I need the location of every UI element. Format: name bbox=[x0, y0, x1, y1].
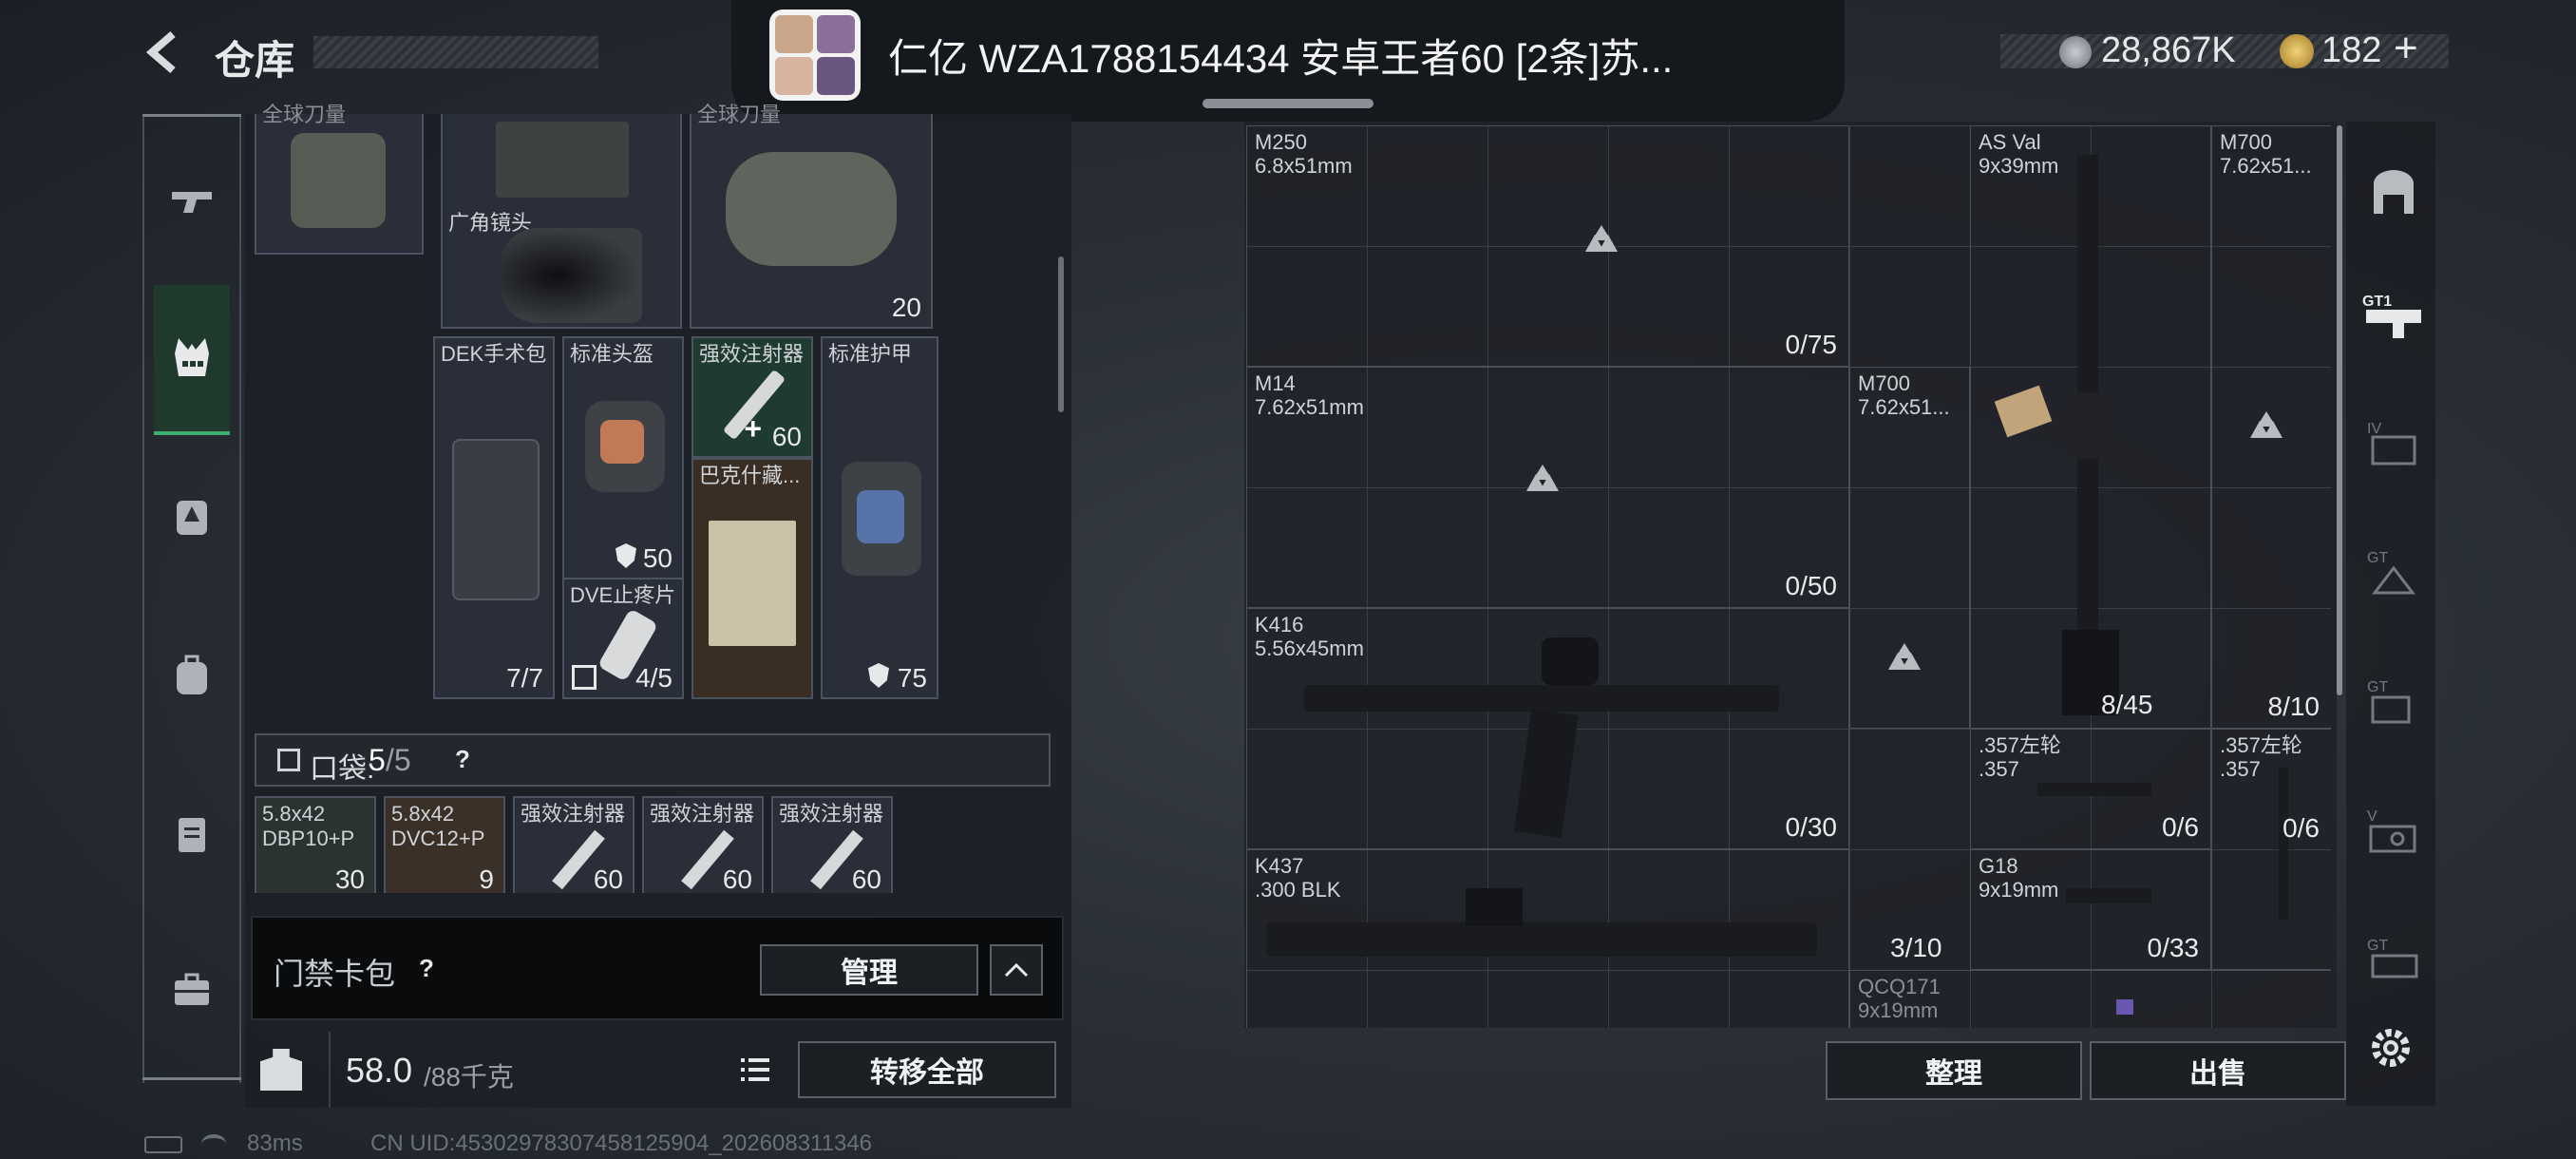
rarity-icon bbox=[2250, 411, 2282, 438]
nav-weapon-icon[interactable] bbox=[152, 162, 232, 241]
list-view-button[interactable] bbox=[733, 1049, 777, 1091]
item-chest-rig[interactable]: 全球刀量 bbox=[255, 103, 424, 255]
weapon-slot-m700[interactable]: M700 7.62x51... bbox=[1849, 367, 1970, 729]
back-button[interactable] bbox=[141, 28, 188, 76]
notification-banner[interactable]: 仁亿 WZA1788154434 安卓王者60 [2条]苏... bbox=[731, 0, 1845, 122]
nav-iv-icon[interactable]: IV bbox=[2352, 403, 2435, 483]
item-dek-surgery-kit[interactable]: DEK手术包 7/7 bbox=[433, 336, 555, 699]
weapon-grid: M250 6.8x51mm 0/75 AS Val 9x39mm M700 7.… bbox=[1246, 125, 2331, 1028]
rarity-icon bbox=[1888, 643, 1921, 670]
weapon-slot-357-revolver-2[interactable]: .357左轮 .357 0/6 bbox=[2211, 729, 2331, 970]
pocket-slot[interactable]: 强效注射器 60 bbox=[771, 796, 893, 893]
manage-button[interactable]: 管理 bbox=[760, 944, 978, 996]
weight-max: /88千克 bbox=[424, 1062, 514, 1092]
nav-gt-misc-icon[interactable]: GT bbox=[2352, 920, 2435, 999]
item-bakesh-map[interactable]: 巴克什藏... bbox=[691, 458, 813, 699]
pocket-used: 5 bbox=[369, 743, 386, 777]
item-strong-injector[interactable]: 强效注射器 60 + bbox=[691, 336, 813, 458]
svg-text:GT: GT bbox=[2367, 938, 2388, 954]
keycard-help-button[interactable]: ? bbox=[407, 948, 446, 988]
nav-briefcase-icon[interactable] bbox=[152, 950, 232, 1030]
weapon-slot-m250[interactable]: M250 6.8x51mm 0/75 bbox=[1246, 125, 1849, 367]
item-wide-lens[interactable]: 广角镜头 bbox=[441, 114, 682, 329]
nav-backpack-icon[interactable] bbox=[152, 635, 232, 714]
currency-coins: 28,867K bbox=[2101, 30, 2236, 70]
collapse-button[interactable] bbox=[990, 944, 1043, 996]
plus-icon: + bbox=[744, 411, 762, 446]
weight-value: 58.0 bbox=[346, 1051, 413, 1090]
pocket-header: 口袋: 5 /5 ? bbox=[255, 733, 1051, 787]
pocket-total: /5 bbox=[386, 743, 411, 777]
currency-premium: 182 bbox=[2321, 30, 2382, 70]
pocket-help-button[interactable]: ? bbox=[443, 739, 483, 779]
transfer-all-button[interactable]: 转移全部 bbox=[798, 1041, 1056, 1098]
pocket-label: 口袋: bbox=[310, 753, 375, 785]
chevron-left-icon bbox=[145, 30, 176, 74]
vest-icon bbox=[175, 338, 209, 376]
svg-text:GT1: GT1 bbox=[2362, 294, 2392, 310]
item-dve-painkiller[interactable]: DVE止疼片 4/5 bbox=[562, 578, 684, 699]
left-nav bbox=[142, 114, 241, 1083]
nav-gt-armor-icon[interactable]: GT bbox=[2352, 532, 2435, 612]
rarity-icon bbox=[1585, 225, 1618, 252]
sort-button[interactable]: 整理 bbox=[1826, 1041, 2082, 1100]
list-icon bbox=[741, 1058, 769, 1081]
keycard-bar: 门禁卡包 ? 管理 bbox=[251, 916, 1064, 1020]
weapon-slot-357-revolver[interactable]: .357左轮 .357 0/6 bbox=[1970, 729, 2211, 849]
item-duffel-bag[interactable]: 全球刀量 20 bbox=[690, 103, 933, 329]
banner-text: 仁亿 WZA1788154434 安卓王者60 [2条]苏... bbox=[888, 36, 1674, 81]
weapon-slot-qcq171[interactable]: QCQ171 9x19mm bbox=[1849, 970, 2331, 1028]
title-stripe bbox=[313, 36, 598, 68]
svg-text:GT: GT bbox=[2367, 679, 2388, 695]
chevron-up-icon bbox=[1004, 962, 1029, 978]
weight-icon bbox=[260, 1049, 302, 1091]
help-icon: ? bbox=[419, 953, 434, 982]
nav-gt1-weapon-icon-active[interactable]: GT1 bbox=[2352, 276, 2435, 355]
coin-icon bbox=[2059, 36, 2092, 68]
sell-button[interactable]: 出售 bbox=[2090, 1041, 2346, 1100]
weapon-slot-m14[interactable]: M14 7.62x51mm 0/50 bbox=[1246, 367, 1849, 608]
settings-button[interactable] bbox=[2365, 1022, 2416, 1074]
gear-icon bbox=[2372, 1029, 2410, 1067]
item-standard-helmet[interactable]: 标准头盔 50 bbox=[562, 336, 684, 580]
durability-icon bbox=[616, 543, 636, 568]
nav-gear-tab-active[interactable] bbox=[154, 285, 230, 435]
premium-currency-icon bbox=[2280, 34, 2314, 68]
pocket-row: 5.8x42 DBP10+P 30 5.8x42 DVC12+P 9 强效注射器 60… bbox=[255, 796, 1051, 893]
weapon-slot-k437[interactable]: K437 .300 BLK bbox=[1246, 849, 1849, 1028]
banner-handle[interactable] bbox=[1203, 99, 1373, 108]
svg-text:GT: GT bbox=[2367, 550, 2388, 566]
weapon-slot-m700-right[interactable]: M700 7.62x51... 8/10 bbox=[2211, 125, 2331, 729]
weapon-scrollbar[interactable] bbox=[2337, 125, 2342, 695]
nav-storage-icon[interactable] bbox=[2352, 152, 2435, 232]
no-use-icon bbox=[572, 665, 597, 690]
weapon-slot-g18[interactable]: G18 9x19mm 0/33 bbox=[1970, 849, 2211, 970]
keycard-label: 门禁卡包 bbox=[274, 957, 396, 991]
nav-gt-tool-icon[interactable]: GT bbox=[2352, 661, 2435, 741]
weapon-slot-as-val[interactable]: AS Val 9x39mm bbox=[1970, 125, 2211, 729]
nav-backpack-warning-icon[interactable] bbox=[152, 475, 232, 555]
pocket-slot[interactable]: 强效注射器 60 bbox=[642, 796, 764, 893]
pocket-slot[interactable]: 强效注射器 60 bbox=[513, 796, 635, 893]
weapon-slot-k416[interactable]: K416 5.56x45mm 0/30 bbox=[1246, 608, 1849, 849]
nav-case-icon[interactable] bbox=[152, 792, 232, 872]
svg-text:IV: IV bbox=[2367, 421, 2381, 437]
inventory-scrollbar[interactable] bbox=[1058, 256, 1064, 412]
pocket-slot[interactable]: 5.8x42 DBP10+P 30 bbox=[255, 796, 376, 893]
rarity-icon bbox=[1526, 465, 1559, 491]
pocket-slot[interactable]: 5.8x42 DVC12+P 9 bbox=[384, 796, 505, 893]
durability-icon bbox=[868, 663, 889, 688]
page-title: 仓库 bbox=[215, 38, 295, 83]
banner-avatar bbox=[769, 10, 861, 101]
ping-text: 83ms bbox=[247, 1130, 303, 1156]
battery-icon bbox=[144, 1136, 182, 1153]
nav-v-icon[interactable]: V bbox=[2352, 790, 2435, 870]
add-currency-button[interactable]: + bbox=[2394, 25, 2418, 72]
wifi-icon bbox=[201, 1134, 226, 1153]
weight-bar: 58.0 /88千克 转移全部 bbox=[251, 1032, 1071, 1108]
item-standard-armor[interactable]: 标准护甲 75 bbox=[821, 336, 938, 699]
uid-text: CN UID:45302978307458125904_202608311346 bbox=[370, 1130, 873, 1156]
svg-text:V: V bbox=[2367, 808, 2377, 825]
